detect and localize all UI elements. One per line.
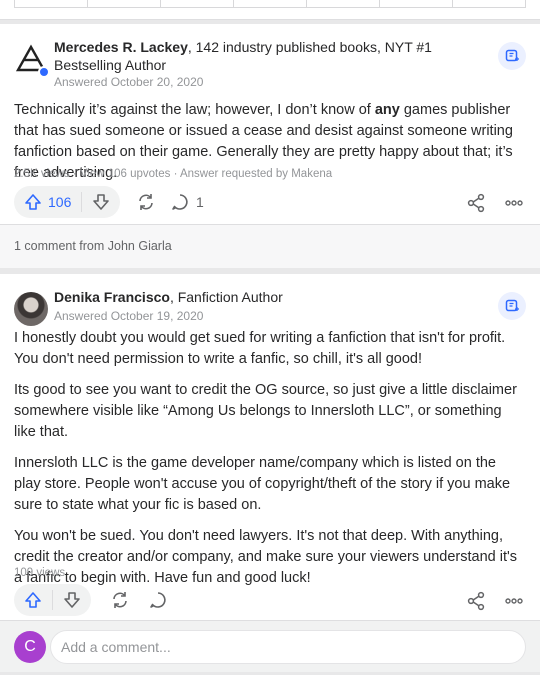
action-bar: 106 1 xyxy=(14,186,526,220)
answer-paragraph: I honestly doubt you would get sued for … xyxy=(14,330,506,367)
upvote-count: 106 xyxy=(48,194,72,210)
add-comment-bar: C Add a comment... xyxy=(0,620,540,672)
vote-pill xyxy=(14,584,91,616)
request-answer-button[interactable] xyxy=(498,42,526,70)
more-icon xyxy=(505,598,523,604)
request-answer-button[interactable] xyxy=(498,292,526,320)
more-options-button[interactable] xyxy=(504,193,524,218)
downvote-icon xyxy=(64,592,80,608)
upvote-icon xyxy=(25,194,41,210)
answer-paragraph: You won't be sued. You don't need lawyer… xyxy=(14,528,517,586)
request-icon xyxy=(505,49,519,62)
share-button[interactable] xyxy=(466,591,486,616)
answered-date[interactable]: Answered October 19, 2020 xyxy=(54,308,486,324)
action-bar xyxy=(14,584,526,618)
author-avatar[interactable] xyxy=(14,42,50,78)
more-options-button[interactable] xyxy=(504,591,524,616)
downvote-button[interactable] xyxy=(53,590,81,610)
answer-paragraph: Innersloth LLC is the game developer nam… xyxy=(14,455,511,513)
comment-button[interactable] xyxy=(148,590,168,610)
reshare-icon xyxy=(113,592,127,608)
share-button[interactable] xyxy=(466,193,486,218)
bold-word: any xyxy=(374,102,400,118)
request-icon xyxy=(505,299,519,312)
upvote-button[interactable] xyxy=(24,590,53,610)
downvote-button[interactable] xyxy=(82,192,110,212)
comment-icon xyxy=(172,194,188,210)
previous-card-bottom xyxy=(0,0,540,20)
comment-button[interactable]: 1 xyxy=(170,192,204,212)
answer-meta[interactable]: 2.5K views · View 106 upvotes · Answer r… xyxy=(14,168,332,180)
author-avatar[interactable] xyxy=(14,292,48,326)
upvote-button[interactable]: 106 xyxy=(24,192,83,212)
comment-icon xyxy=(150,592,166,608)
downvote-icon xyxy=(93,194,110,210)
reshare-button[interactable] xyxy=(136,192,156,212)
reshare-button[interactable] xyxy=(110,590,130,610)
verified-badge-icon xyxy=(38,66,50,78)
answer-card: Denika Francisco, Fanfiction Author Answ… xyxy=(0,274,540,672)
reshare-icon xyxy=(139,194,153,210)
answer-meta[interactable]: 109 views xyxy=(14,567,65,579)
answered-date[interactable]: Answered October 20, 2020 xyxy=(54,74,486,90)
add-comment-input[interactable]: Add a comment... xyxy=(50,630,526,664)
author-row: Mercedes R. Lackey, 142 industry publish… xyxy=(14,38,526,89)
comment-count: 1 xyxy=(196,194,204,210)
author-row: Denika Francisco, Fanfiction Author Answ… xyxy=(14,288,526,332)
share-icon xyxy=(467,591,485,611)
author-credential: , Fanfiction Author xyxy=(169,289,283,305)
vote-pill: 106 xyxy=(14,186,121,218)
user-avatar[interactable]: C xyxy=(14,631,46,663)
author-name[interactable]: Denika Francisco xyxy=(54,289,170,305)
author-name[interactable]: Mercedes R. Lackey xyxy=(54,39,188,55)
upvote-icon xyxy=(25,592,41,608)
more-icon xyxy=(505,200,523,206)
share-icon xyxy=(467,193,485,213)
answer-paragraph: Its good to see you want to credit the O… xyxy=(14,382,517,440)
answer-card: Mercedes R. Lackey, 142 industry publish… xyxy=(0,24,540,268)
comments-link[interactable]: 1 comment from John Giarla xyxy=(0,224,540,268)
answer-body: I honestly doubt you would get sued for … xyxy=(14,328,526,599)
